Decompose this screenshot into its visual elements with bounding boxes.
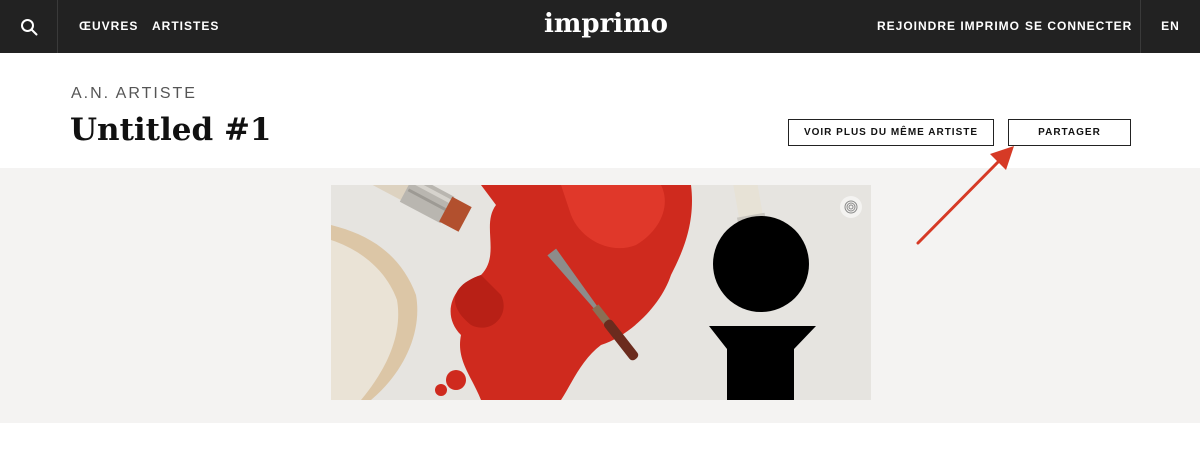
more-from-artist-button[interactable]: VOIR PLUS DU MÊME ARTISTE [788,119,994,146]
search-icon [20,18,37,35]
top-navigation: ŒUVRES ARTISTES imprimo REJOINDRE IMPRIM… [0,0,1200,53]
nav-link-artists[interactable]: ARTISTES [152,0,219,53]
artwork-gallery [0,168,1200,423]
artist-name[interactable]: A.N. ARTISTE [71,85,197,103]
language-switch[interactable]: EN [1140,0,1200,53]
nav-link-works[interactable]: ŒUVRES [79,0,138,53]
search-button[interactable] [0,0,58,53]
share-button[interactable]: PARTAGER [1008,119,1131,146]
fingerprint-badge[interactable] [840,196,862,218]
fingerprint-icon [844,200,858,214]
artwork-title: Untitled #1 [70,112,272,148]
nav-link-login[interactable]: SE CONNECTER [1025,0,1132,53]
nav-link-join[interactable]: REJOINDRE IMPRIMO [877,0,1020,53]
artwork-image[interactable] [331,185,871,400]
brand-logo[interactable]: imprimo [544,6,668,42]
